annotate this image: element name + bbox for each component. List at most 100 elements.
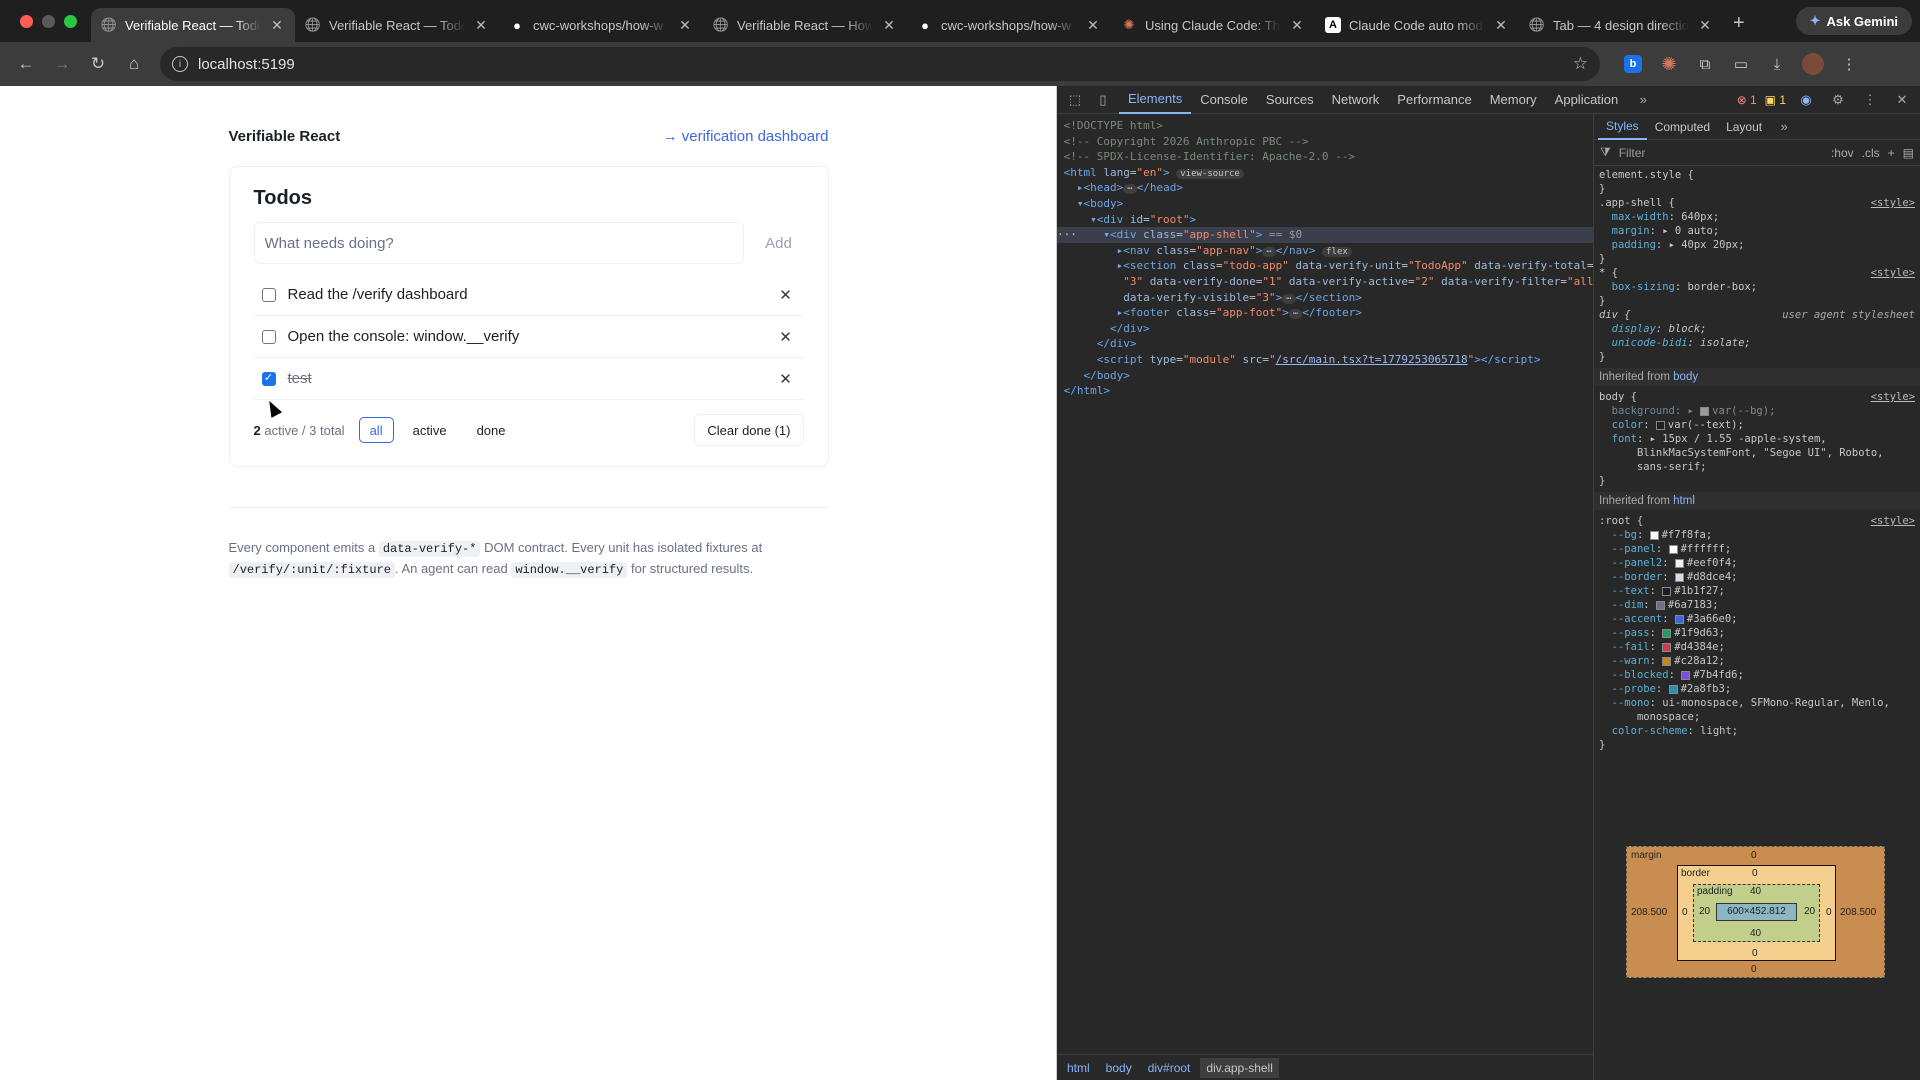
inspect-element-icon[interactable]: ⬚ xyxy=(1063,88,1087,112)
dom-line[interactable]: ▾<div id="root"> xyxy=(1057,212,1593,228)
color-swatch[interactable] xyxy=(1674,614,1684,624)
browser-tab[interactable]: ● cwc-workshops/how-w ✕ xyxy=(907,8,1111,42)
styles-filter-input[interactable]: Filter xyxy=(1619,146,1823,160)
breadcrumb-item[interactable]: div.app-shell xyxy=(1200,1057,1279,1078)
filter-done[interactable]: done xyxy=(466,417,517,443)
flex-badge[interactable]: flex xyxy=(1322,246,1352,257)
reload-icon[interactable]: ↻ xyxy=(82,48,114,80)
border-right-value[interactable]: 0 xyxy=(1826,907,1832,918)
css-variable[interactable]: --panel2: #eef0f4; xyxy=(1599,556,1915,570)
filter-all[interactable]: all xyxy=(358,417,394,443)
new-tab-button[interactable]: + xyxy=(1723,12,1755,35)
new-rule-icon[interactable]: + xyxy=(1888,146,1895,160)
margin-top-value[interactable]: 0 xyxy=(1751,850,1757,861)
color-swatch[interactable] xyxy=(1662,642,1672,652)
padding-right-value[interactable]: 20 xyxy=(1804,906,1815,917)
close-devtools-icon[interactable]: ✕ xyxy=(1890,88,1914,112)
add-button[interactable]: Add xyxy=(754,222,804,264)
close-window-button[interactable] xyxy=(20,14,33,28)
delete-todo-icon[interactable]: ✕ xyxy=(776,328,796,346)
dom-line[interactable]: </html> xyxy=(1057,383,1593,399)
dom-line[interactable]: </body> xyxy=(1057,368,1593,384)
close-tab-icon[interactable]: ✕ xyxy=(1085,17,1101,34)
css-variable[interactable]: --fail: #d4384e; xyxy=(1599,640,1915,654)
browser-tab[interactable]: 🌐 Verifiable React — Todo ✕ xyxy=(91,8,295,42)
browser-tab[interactable]: 🌐 Verifiable React — Todo ✕ xyxy=(295,8,499,42)
more-tabs-icon[interactable]: » xyxy=(1631,88,1655,112)
color-swatch[interactable] xyxy=(1668,544,1678,554)
border-left-value[interactable]: 0 xyxy=(1682,907,1688,918)
error-count[interactable]: ⊗ 1 xyxy=(1737,93,1757,107)
dom-line[interactable]: <html lang="en"> view-source xyxy=(1057,165,1593,181)
site-info-icon[interactable]: i xyxy=(172,56,188,72)
close-tab-icon[interactable]: ✕ xyxy=(1289,17,1305,34)
color-swatch[interactable] xyxy=(1662,656,1672,666)
style-source-link[interactable]: <style> xyxy=(1871,266,1915,280)
browser-tab[interactable]: ✺ Using Claude Code: Th ✕ xyxy=(1111,8,1315,42)
tab-computed[interactable]: Computed xyxy=(1647,114,1718,140)
breadcrumb-item[interactable]: div#root xyxy=(1142,1058,1197,1078)
dom-line[interactable]: "3" data-verify-done="1" data-verify-act… xyxy=(1057,274,1593,290)
script-src-link[interactable]: /src/main.tsx?t=1779253065718 xyxy=(1276,353,1468,366)
browser-tab[interactable]: ● cwc-workshops/how-w ✕ xyxy=(499,8,703,42)
app-shell-selector[interactable]: .app-shell { xyxy=(1599,197,1675,209)
todo-checkbox[interactable]: ✓ xyxy=(261,371,276,386)
color-swatch[interactable] xyxy=(1655,600,1665,610)
close-tab-icon[interactable]: ✕ xyxy=(473,17,489,34)
color-swatch[interactable] xyxy=(1681,670,1691,680)
prop-color[interactable]: var(--text); xyxy=(1668,419,1744,431)
css-variable[interactable]: --accent: #3a66e0; xyxy=(1599,612,1915,626)
todo-checkbox[interactable] xyxy=(261,287,276,302)
browser-menu-icon[interactable]: ⋮ xyxy=(1834,49,1864,79)
browser-tab[interactable]: A Claude Code auto mod ✕ xyxy=(1315,8,1519,42)
cls-toggle[interactable]: .cls xyxy=(1862,146,1880,160)
css-variable[interactable]: --pass: #1f9d63; xyxy=(1599,626,1915,640)
dom-line[interactable]: <!-- Copyright 2026 Anthropic PBC --> xyxy=(1057,134,1593,150)
style-source-link[interactable]: <style> xyxy=(1871,514,1915,528)
devtools-menu-icon[interactable]: ⋮ xyxy=(1858,88,1882,112)
breadcrumb-item[interactable]: body xyxy=(1100,1058,1138,1078)
browser-tab[interactable]: 🌐 Verifiable React — How ✕ xyxy=(703,8,907,42)
ask-gemini-button[interactable]: ✦ Ask Gemini xyxy=(1795,7,1912,35)
prop-mono[interactable]: ui-monospace, SFMono-Regular, Menlo, xyxy=(1662,697,1890,709)
margin-right-value[interactable]: 208.500 xyxy=(1840,907,1876,918)
hov-toggle[interactable]: :hov xyxy=(1831,146,1854,160)
download-icon[interactable]: ⤓ xyxy=(1762,49,1792,79)
dom-line[interactable]: ▸<footer class="app-foot"> ⋯ </footer> xyxy=(1057,305,1593,321)
prop-color-scheme[interactable]: light; xyxy=(1700,725,1738,737)
padding-left-value[interactable]: 20 xyxy=(1699,906,1710,917)
css-variable[interactable]: --dim: #6a7183; xyxy=(1599,598,1915,612)
color-swatch[interactable] xyxy=(1668,684,1678,694)
css-variable[interactable]: --blocked: #7b4fd6; xyxy=(1599,668,1915,682)
view-source-badge[interactable]: view-source xyxy=(1176,168,1244,179)
minimize-window-button[interactable] xyxy=(42,14,55,28)
color-swatch[interactable] xyxy=(1674,572,1684,582)
clear-done-button[interactable]: Clear done (1) xyxy=(694,414,804,446)
new-todo-input[interactable] xyxy=(253,222,744,264)
delete-todo-icon[interactable]: ✕ xyxy=(776,370,796,388)
border-top-value[interactable]: 0 xyxy=(1752,868,1758,879)
padding-bottom-value[interactable]: 40 xyxy=(1750,928,1761,939)
dom-line[interactable]: ▸<nav class="app-nav"> ⋯ </nav> flex xyxy=(1057,243,1593,259)
css-variable[interactable]: --bg: #f7f8fa; xyxy=(1599,528,1915,542)
verification-dashboard-link[interactable]: → verification dashboard xyxy=(663,128,829,145)
claude-extension-icon[interactable]: ✺ xyxy=(1654,49,1684,79)
margin-bottom-value[interactable]: 0 xyxy=(1751,964,1757,975)
maximize-window-button[interactable] xyxy=(64,14,77,28)
sync-icon[interactable]: ◉ xyxy=(1794,88,1818,112)
css-variable[interactable]: --border: #d8dce4; xyxy=(1599,570,1915,584)
element-style-selector[interactable]: element.style { xyxy=(1599,169,1694,181)
breadcrumb-item[interactable]: html xyxy=(1061,1058,1096,1078)
style-source-link[interactable]: <style> xyxy=(1871,196,1915,210)
todo-checkbox[interactable] xyxy=(261,329,276,344)
dom-line[interactable]: </div> xyxy=(1057,336,1593,352)
tab-search-icon[interactable]: ▭ xyxy=(1726,49,1756,79)
box-model-content[interactable]: 600×452.812 xyxy=(1716,903,1797,921)
css-variable[interactable]: --panel: #ffffff; xyxy=(1599,542,1915,556)
inherited-body-link[interactable]: body xyxy=(1673,371,1698,383)
delete-todo-icon[interactable]: ✕ xyxy=(776,286,796,304)
computed-sidebar-icon[interactable]: ▤ xyxy=(1903,146,1914,160)
tab-memory[interactable]: Memory xyxy=(1481,86,1546,114)
tab-network[interactable]: Network xyxy=(1323,86,1389,114)
color-swatch[interactable] xyxy=(1662,628,1672,638)
